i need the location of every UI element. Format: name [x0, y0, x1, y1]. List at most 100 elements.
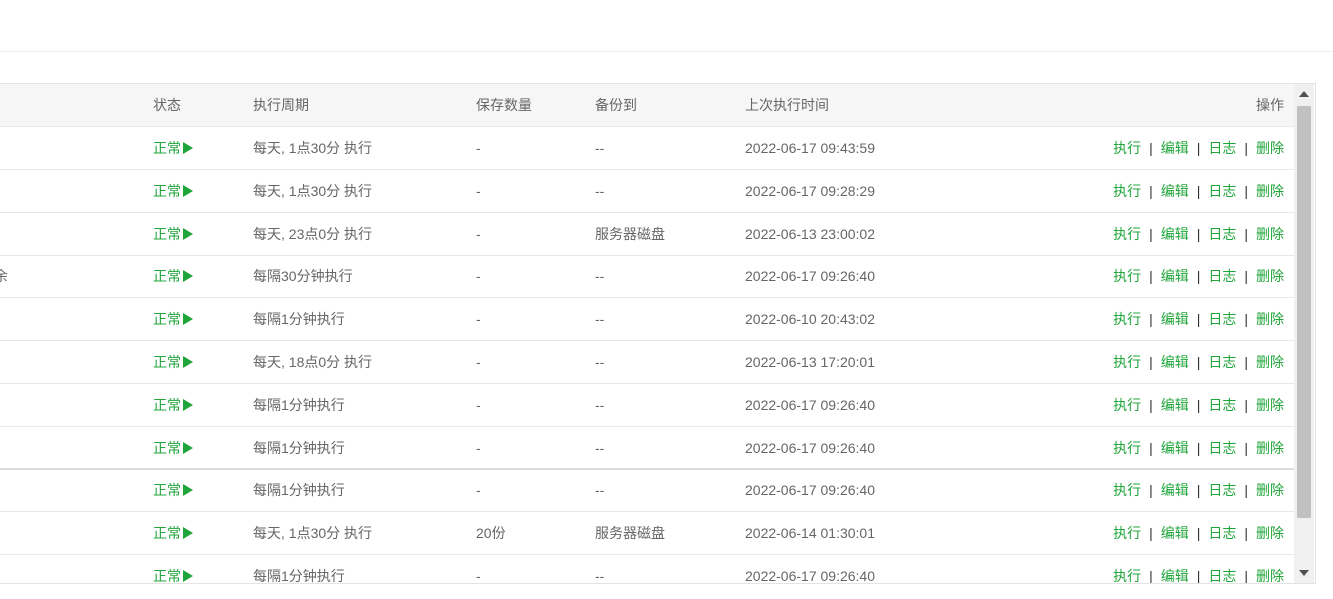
header-save-count[interactable]: 保存数量: [476, 84, 532, 126]
backup-to: --: [595, 140, 605, 156]
log-button[interactable]: 日志: [1208, 140, 1236, 156]
action-separator: |: [1244, 396, 1248, 413]
run-button[interactable]: 执行: [1113, 183, 1141, 199]
cron-task-table: 状态 执行周期 保存数量 备份到 上次执行时间 操作 正常 每天, 1点30分 执…: [0, 83, 1316, 584]
status-badge[interactable]: 正常: [153, 469, 193, 511]
row-actions: 执行 | 编辑 | 日志 | 删除: [1113, 512, 1284, 554]
log-button[interactable]: 日志: [1208, 354, 1236, 370]
save-count: -: [476, 439, 481, 456]
table-row: 正常 每隔1分钟执行 - -- 2022-06-17 09:26:40 执行 | 编辑 | 日志 |…: [0, 427, 1294, 470]
header-last-exec[interactable]: 上次执行时间: [745, 84, 829, 126]
delete-button[interactable]: 删除: [1256, 311, 1284, 327]
status-badge[interactable]: 正常: [153, 170, 193, 212]
delete-button[interactable]: 删除: [1256, 440, 1284, 456]
last-exec-time: 2022-06-17 09:26:40: [745, 396, 875, 413]
log-button[interactable]: 日志: [1208, 226, 1236, 242]
status-badge[interactable]: 正常: [153, 427, 193, 469]
row-actions: 执行 | 编辑 | 日志 | 删除: [1113, 127, 1284, 169]
status-badge[interactable]: 正常: [153, 341, 193, 383]
run-button[interactable]: 执行: [1113, 226, 1141, 242]
status-badge[interactable]: 正常: [153, 512, 193, 554]
edit-button[interactable]: 编辑: [1161, 140, 1189, 156]
scroll-down-arrow-icon[interactable]: [1294, 563, 1314, 583]
edit-button[interactable]: 编辑: [1161, 568, 1189, 583]
backup-to: --: [595, 568, 605, 584]
edit-button[interactable]: 编辑: [1161, 183, 1189, 199]
status-badge[interactable]: 正常: [153, 384, 193, 426]
delete-button[interactable]: 删除: [1256, 226, 1284, 242]
log-button[interactable]: 日志: [1208, 397, 1236, 413]
exec-cycle: 每天, 1点30分 执行: [253, 525, 373, 542]
edit-button[interactable]: 编辑: [1161, 397, 1189, 413]
run-button[interactable]: 执行: [1113, 568, 1141, 583]
action-separator: |: [1149, 311, 1153, 328]
play-triangle-icon: [183, 356, 193, 368]
exec-cycle: 每隔1分钟执行: [253, 568, 345, 584]
edit-button[interactable]: 编辑: [1161, 440, 1189, 456]
edit-button[interactable]: 编辑: [1161, 311, 1189, 327]
log-button[interactable]: 日志: [1208, 183, 1236, 199]
edit-button[interactable]: 编辑: [1161, 268, 1189, 284]
action-separator: |: [1244, 311, 1248, 328]
header-cycle[interactable]: 执行周期: [253, 84, 309, 126]
scroll-thumb[interactable]: [1297, 106, 1311, 518]
action-separator: |: [1244, 182, 1248, 199]
backup-to: 服务器磁盘: [595, 525, 665, 542]
log-button[interactable]: 日志: [1208, 568, 1236, 583]
action-separator: |: [1149, 525, 1153, 542]
run-button[interactable]: 执行: [1113, 482, 1141, 498]
edit-button[interactable]: 编辑: [1161, 525, 1189, 541]
status-badge[interactable]: 正常: [153, 255, 193, 297]
top-toolbar: [0, 0, 1333, 52]
vertical-scrollbar[interactable]: [1294, 84, 1314, 583]
scroll-up-arrow-icon[interactable]: [1294, 84, 1314, 104]
exec-cycle: 每隔1分钟执行: [253, 396, 345, 413]
run-button[interactable]: 执行: [1113, 525, 1141, 541]
status-badge[interactable]: 正常: [153, 298, 193, 340]
header-status[interactable]: 状态: [153, 84, 181, 126]
log-button[interactable]: 日志: [1208, 311, 1236, 327]
run-button[interactable]: 执行: [1113, 311, 1141, 327]
log-button[interactable]: 日志: [1208, 440, 1236, 456]
run-button[interactable]: 执行: [1113, 354, 1141, 370]
row-actions: 执行 | 编辑 | 日志 | 删除: [1113, 469, 1284, 511]
delete-button[interactable]: 删除: [1256, 183, 1284, 199]
delete-button[interactable]: 删除: [1256, 140, 1284, 156]
status-badge[interactable]: 正常: [153, 213, 193, 255]
last-exec-time: 2022-06-14 01:30:01: [745, 525, 875, 542]
last-exec-time: 2022-06-10 20:43:02: [745, 311, 875, 328]
task-name: 余: [0, 255, 8, 297]
save-count: -: [476, 182, 481, 199]
delete-button[interactable]: 删除: [1256, 482, 1284, 498]
status-text: 正常: [153, 525, 181, 542]
delete-button[interactable]: 删除: [1256, 568, 1284, 583]
delete-button[interactable]: 删除: [1256, 354, 1284, 370]
run-button[interactable]: 执行: [1113, 440, 1141, 456]
run-button[interactable]: 执行: [1113, 397, 1141, 413]
play-triangle-icon: [183, 313, 193, 326]
row-actions: 执行 | 编辑 | 日志 | 删除: [1113, 384, 1284, 426]
action-separator: |: [1149, 482, 1153, 499]
log-button[interactable]: 日志: [1208, 268, 1236, 284]
status-badge[interactable]: 正常: [153, 555, 193, 583]
delete-button[interactable]: 删除: [1256, 268, 1284, 284]
action-separator: |: [1244, 140, 1248, 156]
status-text: 正常: [153, 311, 181, 328]
header-backup-to[interactable]: 备份到: [595, 84, 637, 126]
log-button[interactable]: 日志: [1208, 525, 1236, 541]
backup-to: --: [595, 182, 605, 199]
edit-button[interactable]: 编辑: [1161, 482, 1189, 498]
run-button[interactable]: 执行: [1113, 268, 1141, 284]
action-separator: |: [1196, 568, 1201, 584]
status-badge[interactable]: 正常: [153, 127, 193, 169]
delete-button[interactable]: 删除: [1256, 525, 1284, 541]
status-text: 正常: [153, 354, 181, 370]
run-button[interactable]: 执行: [1113, 140, 1141, 156]
last-exec-time: 2022-06-17 09:26:40: [745, 439, 875, 456]
delete-button[interactable]: 删除: [1256, 397, 1284, 413]
edit-button[interactable]: 编辑: [1161, 354, 1189, 370]
log-button[interactable]: 日志: [1208, 482, 1236, 498]
action-separator: |: [1196, 140, 1201, 156]
edit-button[interactable]: 编辑: [1161, 226, 1189, 242]
action-separator: |: [1149, 396, 1153, 413]
